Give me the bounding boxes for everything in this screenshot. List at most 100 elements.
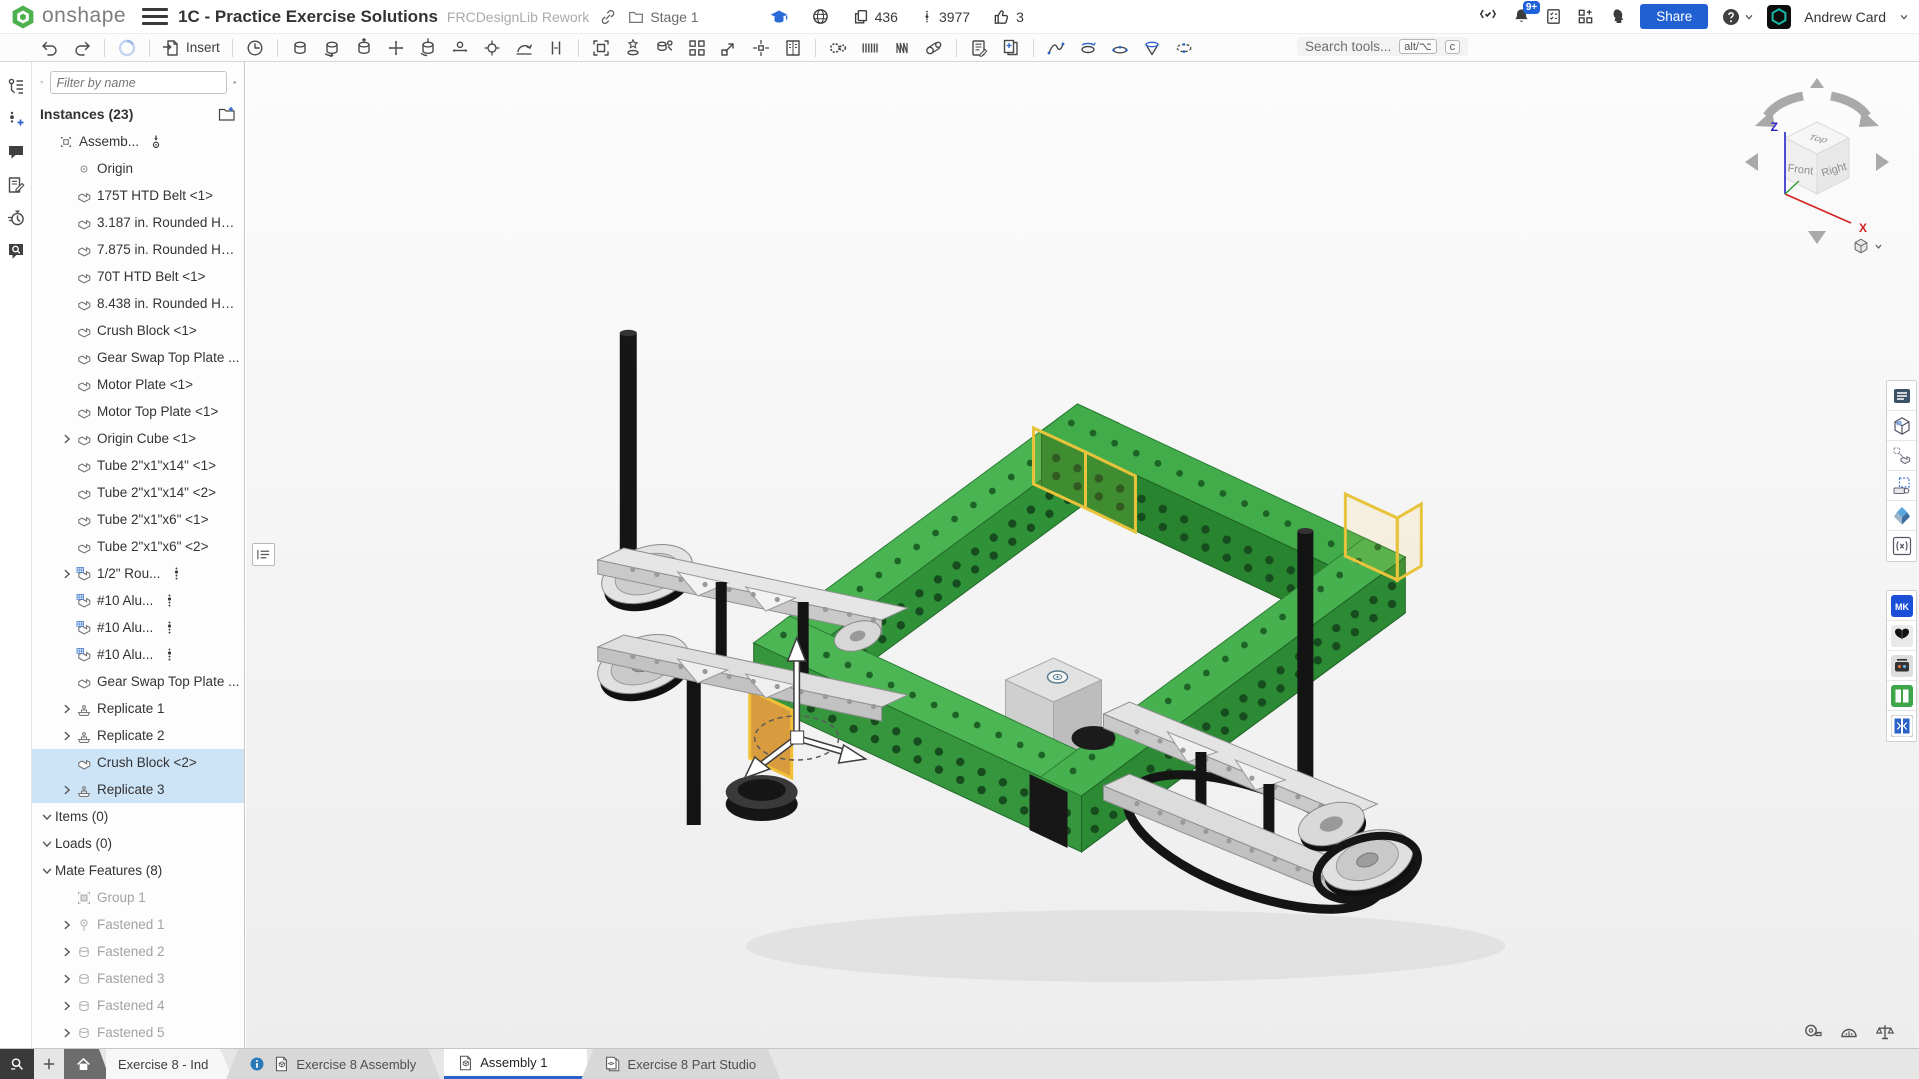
parallel-mate-button[interactable]	[542, 36, 570, 60]
tree-item-group-1[interactable]: Group 1	[32, 884, 244, 911]
tree-item-origin-cube-1[interactable]: Origin Cube <1>	[32, 425, 244, 452]
redo-button[interactable]	[68, 36, 96, 60]
tree-item-motor-plate-1[interactable]: Motor Plate <1>	[32, 371, 244, 398]
bom-tool-button[interactable]	[965, 36, 993, 60]
public-globe-icon[interactable]	[811, 7, 830, 26]
notifications-button[interactable]: 9+	[1512, 7, 1531, 26]
green-book-app-button[interactable]	[1887, 681, 1916, 711]
robot-app-button[interactable]	[1887, 651, 1916, 681]
filter-input[interactable]	[50, 71, 227, 94]
section-loads-0[interactable]: Loads (0)	[32, 830, 244, 857]
tree-item-tube-2-x1-x14-2[interactable]: Tube 2"x1"x14" <2>	[32, 479, 244, 506]
spline-tool-button[interactable]	[1042, 36, 1070, 60]
slider-mate-button[interactable]	[350, 36, 378, 60]
3d-viewport[interactable]: Top Front Right Z X MK	[246, 62, 1919, 1048]
search-tabs-button[interactable]	[0, 1049, 34, 1079]
tree-item-replicate-3[interactable]: Replicate 3	[32, 776, 244, 803]
screw-relation-button[interactable]	[888, 36, 916, 60]
configuration-dots-icon[interactable]	[162, 593, 177, 608]
versions-stat[interactable]: 3977	[920, 7, 970, 26]
tape-measure-button[interactable]	[1803, 1022, 1823, 1042]
main-menu-button[interactable]	[142, 6, 168, 28]
document-tab-exercise-8-part-studio[interactable]: Exercise 8 Part Studio	[581, 1049, 780, 1079]
copy-link-icon[interactable]	[599, 8, 617, 26]
panel-handle-button[interactable]	[252, 543, 275, 566]
group-tool-button[interactable]	[587, 36, 615, 60]
loft-tool-button[interactable]	[1106, 36, 1134, 60]
search-document-button[interactable]	[4, 239, 28, 263]
revolve-tool-button[interactable]	[1074, 36, 1102, 60]
expand-chevron-icon[interactable]	[58, 919, 75, 931]
tree-item-10-alu[interactable]: #10 Alu...	[32, 614, 244, 641]
derived-part-button[interactable]	[1887, 441, 1916, 471]
tree-item-tube-2-x1-x6-2[interactable]: Tube 2"x1"x6" <2>	[32, 533, 244, 560]
tree-item-3-187-in-rounded-hex[interactable]: 3.187 in. Rounded Hex...	[32, 209, 244, 236]
insert-nodes-button[interactable]	[4, 107, 28, 131]
expand-chevron-icon[interactable]	[58, 730, 75, 742]
history-clock-button[interactable]	[241, 36, 269, 60]
new-tab-button[interactable]	[34, 1049, 64, 1079]
triad-origin-handle[interactable]	[791, 731, 804, 744]
home-tab-button[interactable]	[64, 1049, 110, 1079]
mass-scale-button[interactable]	[1875, 1022, 1895, 1042]
tree-item-7-875-in-rounded-hex[interactable]: 7.875 in. Rounded Hex...	[32, 236, 244, 263]
belt-relation-button[interactable]	[920, 36, 948, 60]
learning-center-icon[interactable]	[769, 7, 789, 27]
tree-item-motor-top-plate-1[interactable]: Motor Top Plate <1>	[32, 398, 244, 425]
tree-item-10-alu[interactable]: #10 Alu...	[32, 587, 244, 614]
viewcube-arrow-down[interactable]	[1808, 231, 1826, 244]
display-cube-button[interactable]	[1887, 411, 1916, 441]
tree-item-fastened-4[interactable]: Fastened 4	[32, 992, 244, 1019]
expand-chevron-icon[interactable]	[58, 1027, 75, 1039]
tree-item-origin[interactable]: Origin	[32, 155, 244, 182]
pattern-tool-button[interactable]	[683, 36, 711, 60]
collapse-chevron-icon[interactable]	[38, 865, 55, 877]
viewcube-arrow-left[interactable]	[1745, 153, 1758, 171]
expand-chevron-icon[interactable]	[58, 703, 75, 715]
tree-item-175t-htd-belt-1[interactable]: 175T HTD Belt <1>	[32, 182, 244, 209]
undo-button[interactable]	[36, 36, 64, 60]
tree-item-gear-swap-top-plate[interactable]: Gear Swap Top Plate ...	[32, 344, 244, 371]
tree-item-fastened-3[interactable]: Fastened 3	[32, 965, 244, 992]
create-folder-icon[interactable]	[218, 106, 236, 122]
ball-mate-button[interactable]	[478, 36, 506, 60]
versions-code-icon[interactable]	[1477, 7, 1499, 27]
tree-item-replicate-2[interactable]: Replicate 2	[32, 722, 244, 749]
comments-button[interactable]	[4, 140, 28, 164]
copies-stat[interactable]: 436	[852, 8, 898, 26]
configuration-dots-icon[interactable]	[162, 620, 177, 635]
likes-stat[interactable]: 3	[992, 7, 1024, 26]
tree-item-tube-2-x1-x14-1[interactable]: Tube 2"x1"x14" <1>	[32, 452, 244, 479]
tree-item-tube-2-x1-x6-1[interactable]: Tube 2"x1"x6" <1>	[32, 506, 244, 533]
tree-item-crush-block-1[interactable]: Crush Block <1>	[32, 317, 244, 344]
insert-button[interactable]: Insert	[158, 36, 224, 60]
insert-structure-button[interactable]	[997, 36, 1025, 60]
mk-app-button[interactable]: MK	[1887, 591, 1916, 621]
tree-item-replicate-1[interactable]: Replicate 1	[32, 695, 244, 722]
configuration-dots-icon[interactable]	[169, 566, 184, 581]
expand-chevron-icon[interactable]	[58, 433, 75, 445]
viewcube-arrow-right[interactable]	[1876, 153, 1889, 171]
tree-item-8-438-in-rounded-hex[interactable]: 8.438 in. Rounded Hex...	[32, 290, 244, 317]
revolute-mate-button[interactable]	[318, 36, 346, 60]
history-button[interactable]	[4, 206, 28, 230]
chevron-down-icon[interactable]	[1899, 12, 1909, 22]
filter-icon[interactable]	[40, 74, 44, 91]
app-diamond-button[interactable]	[1887, 501, 1916, 531]
list-view-icon[interactable]	[233, 74, 237, 91]
sketch-overlay-button[interactable]	[1887, 471, 1916, 501]
rack-relation-button[interactable]	[856, 36, 884, 60]
help-button[interactable]	[1721, 7, 1754, 27]
blue-book-app-button[interactable]	[1887, 711, 1916, 741]
tree-item-gear-swap-top-plate[interactable]: Gear Swap Top Plate ...	[32, 668, 244, 695]
document-tab-exercise-8-ind[interactable]: Exercise 8 - Ind	[106, 1049, 232, 1079]
tasks-button[interactable]	[1544, 7, 1563, 26]
protractor-button[interactable]	[1839, 1022, 1859, 1042]
section-mate-features-8[interactable]: Mate Features (8)	[32, 857, 244, 884]
collapse-chevron-icon[interactable]	[38, 811, 55, 823]
gear-relation-button[interactable]	[824, 36, 852, 60]
fx-variables-button[interactable]	[1887, 531, 1916, 561]
explode-tool-button[interactable]	[747, 36, 775, 60]
tree-item-1-2-rou[interactable]: 1/2" Rou...	[32, 560, 244, 587]
view-cube[interactable]: Top Front Right Z X	[1737, 74, 1897, 254]
